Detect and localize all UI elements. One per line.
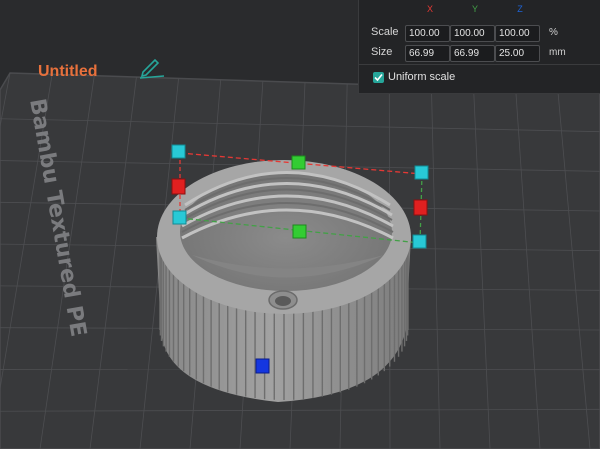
axis-label-z: Z (517, 4, 523, 14)
scale-y-input[interactable]: 100.00 (450, 25, 495, 42)
scale-z-input[interactable]: 100.00 (495, 25, 540, 42)
uniform-scale-label: Uniform scale (388, 71, 456, 83)
x-handle-right[interactable] (413, 199, 428, 216)
corner-handle-top-right[interactable] (414, 165, 429, 180)
size-x-input[interactable]: 66.99 (405, 45, 450, 62)
x-handle-left[interactable] (171, 178, 186, 195)
check-icon (374, 73, 383, 82)
size-unit: mm (549, 47, 566, 58)
y-handle-back[interactable] (291, 155, 306, 170)
panel-divider (359, 64, 600, 65)
axis-label-x: X (426, 4, 433, 14)
uniform-scale-checkbox[interactable] (373, 72, 384, 83)
size-y-input[interactable]: 66.99 (450, 45, 495, 62)
size-row-label: Size (371, 46, 393, 58)
corner-handle-top-left[interactable] (171, 144, 186, 159)
scale-panel: X Y Z Scale 100.00 100.00 100.00 % Size … (358, 0, 600, 94)
scale-row-label: Scale (371, 26, 399, 38)
corner-handle-bottom-right[interactable] (412, 234, 427, 249)
scale-unit: % (549, 27, 558, 38)
plate-name[interactable]: Untitled (38, 63, 98, 80)
corner-handle-bottom-left[interactable] (172, 210, 187, 225)
z-handle[interactable] (255, 358, 270, 374)
size-z-input[interactable]: 25.00 (495, 45, 540, 62)
ring-model[interactable] (156, 160, 411, 402)
scale-x-input[interactable]: 100.00 (405, 25, 450, 42)
y-handle-front[interactable] (292, 224, 307, 239)
axis-label-y: Y (471, 4, 478, 14)
